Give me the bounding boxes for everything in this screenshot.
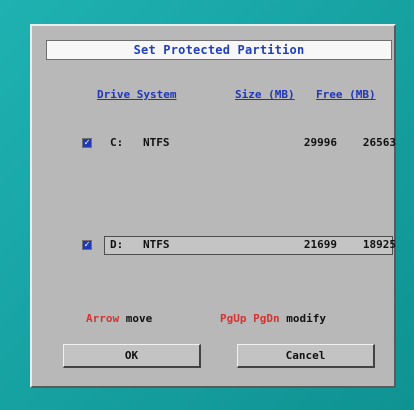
partition-size: 29996: [303, 136, 337, 149]
arrow-help-text: move: [125, 312, 153, 325]
header-size-mb: Size (MB): [235, 88, 295, 101]
file-system: NTFS: [143, 238, 170, 251]
partition-row-c[interactable]: ✓ C: NTFS 29996 26563: [82, 134, 396, 154]
drive-letter: D:: [110, 238, 124, 251]
file-system: NTFS: [143, 136, 170, 149]
partition-free: 26563: [362, 136, 396, 149]
drive-letter: C:: [110, 136, 124, 149]
pgup-pgdn-label: PgUp PgDn: [220, 312, 280, 325]
partition-checkbox-d[interactable]: ✓: [82, 240, 92, 250]
header-free-mb: Free (MB): [316, 88, 376, 101]
partition-size: 21699: [303, 238, 337, 251]
set-protected-partition-dialog: Set Protected Partition Drive System Siz…: [30, 24, 396, 388]
header-drive-system: Drive System: [97, 88, 177, 101]
partition-free: 18925: [362, 238, 396, 251]
partition-checkbox-c[interactable]: ✓: [82, 138, 92, 148]
partition-row-d[interactable]: ✓ D: NTFS 21699 18925: [82, 236, 396, 256]
dialog-title: Set Protected Partition: [46, 40, 392, 60]
page-help: PgUp PgDn modify: [220, 312, 326, 325]
ok-button[interactable]: OK: [63, 344, 201, 368]
cancel-button[interactable]: Cancel: [237, 344, 375, 368]
arrow-help: Arrow move: [86, 312, 152, 325]
arrow-key-label: Arrow: [86, 312, 120, 325]
page-help-text: modify: [286, 312, 326, 325]
